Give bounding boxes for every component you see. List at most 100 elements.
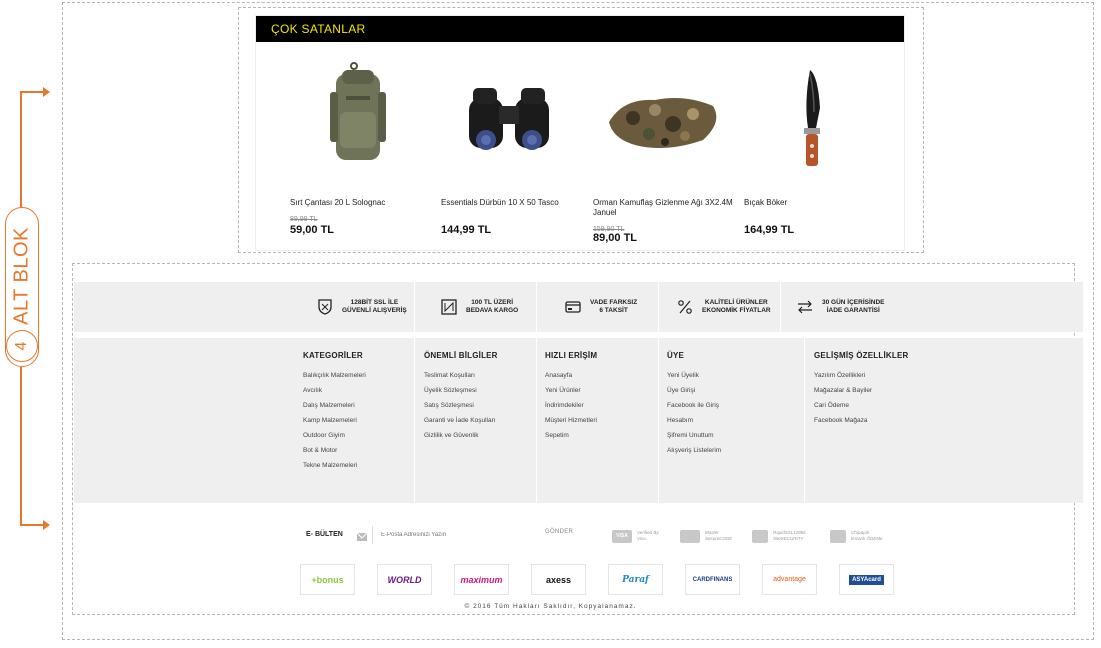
product-price: 59,00 TL bbox=[290, 224, 335, 236]
feature-ssl: 128BİT SSL İLE GÜVENLİ ALIŞVERİŞ bbox=[316, 282, 407, 332]
footer-link[interactable]: Avcılık bbox=[303, 387, 366, 402]
product-name[interactable]: Essentials Dürbün 10 X 50 Tasco bbox=[441, 198, 581, 208]
shield-icon bbox=[316, 298, 334, 316]
backpack-icon[interactable] bbox=[290, 52, 430, 180]
envelope-icon bbox=[356, 529, 368, 541]
footer-link[interactable]: Balıkçılık Malzemeleri bbox=[303, 372, 366, 387]
divider bbox=[780, 282, 781, 332]
divider bbox=[536, 282, 537, 332]
product-card[interactable]: Orman Kamuflaş Gizlenme Ağı 3X2.4M Janue… bbox=[593, 52, 733, 244]
divider bbox=[536, 338, 537, 503]
footer-link[interactable]: Facebook Mağaza bbox=[814, 417, 872, 432]
feature-line: GÜVENLİ ALIŞVERİŞ bbox=[342, 307, 407, 314]
best-sellers-title: ÇOK SATANLAR bbox=[256, 16, 904, 42]
footer-link[interactable]: Yazılım Özellikleri bbox=[814, 372, 872, 387]
feature-shipping: 100 TL ÜZERİ BEDAVA KARGO bbox=[440, 282, 518, 332]
footer-link[interactable]: Kamp Malzemeleri bbox=[303, 417, 366, 432]
security-badge-chip: Chip&pin lmzanlı ÖDEMe bbox=[830, 527, 883, 545]
divider bbox=[804, 338, 805, 503]
footer-link[interactable]: Anasayfa bbox=[545, 372, 597, 387]
footer-link[interactable]: Teslimat Koşulları bbox=[424, 372, 496, 387]
badge-line: SecureCODE bbox=[705, 536, 733, 541]
footer-link[interactable]: Alışveriş Listelerim bbox=[667, 447, 721, 462]
footer-link[interactable]: Sepetim bbox=[545, 432, 597, 447]
footer-link[interactable]: Üyelik Sözleşmesi bbox=[424, 387, 496, 402]
column-title: KATEGORİLER bbox=[303, 351, 363, 360]
footer-link[interactable]: Hesabım bbox=[667, 417, 721, 432]
footer-link[interactable]: Şifremi Unuttum bbox=[667, 432, 721, 447]
box-icon bbox=[440, 298, 458, 316]
feature-line: 128BİT SSL İLE bbox=[350, 299, 399, 306]
feature-line: BEDAVA KARGO bbox=[466, 307, 519, 314]
badge-line: SiteSECURITY bbox=[773, 536, 804, 541]
footer-link[interactable]: Bot & Motor bbox=[303, 447, 366, 462]
security-badge-mastercard: Master SecureCODE bbox=[680, 527, 732, 545]
feature-line: VADE FARKSIZ bbox=[590, 299, 638, 306]
annotation-line-top bbox=[20, 91, 22, 207]
footer-link[interactable]: Tekne Malzemeleri bbox=[303, 462, 366, 477]
footer-link[interactable]: İndirimdekiler bbox=[545, 402, 597, 417]
divider bbox=[658, 338, 659, 503]
bank-asyacard-label: ASYAcard bbox=[849, 574, 884, 585]
binoculars-icon[interactable] bbox=[441, 52, 581, 180]
copyright: © 2016 Tüm Hakları Saklıdır, Kopyalanama… bbox=[464, 603, 637, 610]
footer-link[interactable]: Satış Sözleşmesi bbox=[424, 402, 496, 417]
column-title: ÜYE bbox=[667, 351, 685, 360]
credit-card-icon bbox=[564, 298, 582, 316]
product-old-price: 89,99 TL bbox=[290, 216, 318, 223]
footer-links: KATEGORİLER Balıkçılık Malzemeleri Avcıl… bbox=[74, 338, 1083, 503]
lock-icon bbox=[752, 529, 768, 543]
footer-link[interactable]: Facebook ile Giriş bbox=[667, 402, 721, 417]
percent-icon bbox=[676, 298, 694, 316]
footer-link[interactable]: Yeni Ürünler bbox=[545, 387, 597, 402]
bank-asyacard: ASYAcard bbox=[839, 564, 894, 595]
footer-link[interactable]: Üye Girişi bbox=[667, 387, 721, 402]
footer-link[interactable]: Yeni Üyelik bbox=[667, 372, 721, 387]
column-title: HIZLI ERİŞİM bbox=[545, 351, 598, 360]
product-name[interactable]: Bıçak Böker bbox=[744, 198, 884, 208]
feature-line: İADE GARANTİSİ bbox=[826, 307, 880, 314]
bank-advantage: advantage bbox=[762, 564, 817, 595]
footer-link[interactable]: Gizlilik ve Güvenlik bbox=[424, 432, 496, 447]
feature-line: 100 TL ÜZERİ bbox=[471, 299, 514, 306]
annotation-line-bottom bbox=[20, 367, 22, 525]
footer-link[interactable]: Garanti ve İade Koşulları bbox=[424, 417, 496, 432]
bank-bonus: +bonus bbox=[300, 564, 355, 595]
product-card[interactable]: Sırt Çantası 20 L Solognac 89,99 TL 59,0… bbox=[290, 52, 430, 236]
knife-icon[interactable] bbox=[744, 52, 884, 180]
newsletter-label: E- BÜLTEN bbox=[306, 531, 343, 538]
bank-paraf: Paraf bbox=[608, 564, 663, 595]
product-price: 164,99 TL bbox=[744, 224, 795, 236]
feature-line: 6 TAKSİT bbox=[599, 307, 628, 314]
features-strip: 128BİT SSL İLE GÜVENLİ ALIŞVERİŞ 100 TL Ü… bbox=[74, 282, 1083, 332]
footer-link[interactable]: Cari Ödeme bbox=[814, 402, 872, 417]
annotation-label: ALT BLOK bbox=[10, 227, 33, 325]
annotation-tick-top bbox=[20, 91, 44, 93]
badge-line: Visa bbox=[637, 536, 646, 541]
annotation-tick-bottom bbox=[20, 524, 44, 526]
feature-line: KALİTELİ ÜRÜNLER bbox=[704, 299, 768, 306]
security-badge-visa: VISA Verified By Visa bbox=[612, 527, 659, 545]
footer-link[interactable]: Dalış Malzemeleri bbox=[303, 402, 366, 417]
footer-link[interactable]: Müşteri Hizmetleri bbox=[545, 417, 597, 432]
product-name[interactable]: Orman Kamuflaş Gizlenme Ağı 3X2.4M Janue… bbox=[593, 198, 733, 218]
product-card[interactable]: Bıçak Böker 164,99 TL bbox=[744, 52, 884, 236]
bank-axess: axess bbox=[531, 564, 586, 595]
badge-line: lmzanlı ÖDEMe bbox=[851, 536, 883, 541]
bank-cardfinans: CARDFINANS bbox=[685, 564, 740, 595]
camouflage-net-icon[interactable] bbox=[593, 52, 733, 180]
product-price: 144,99 TL bbox=[441, 224, 492, 236]
feature-installment: VADE FARKSIZ 6 TAKSİT bbox=[564, 282, 637, 332]
return-arrows-icon bbox=[796, 298, 814, 316]
footer-link[interactable]: Outdoor Giyim bbox=[303, 432, 366, 447]
divider bbox=[658, 282, 659, 332]
product-name[interactable]: Sırt Çantası 20 L Solognac bbox=[290, 198, 430, 208]
product-card[interactable]: Essentials Dürbün 10 X 50 Tasco 144,99 T… bbox=[441, 52, 581, 236]
security-badge-ssl: RapidSSL128bit SiteSECURITY bbox=[752, 527, 806, 545]
column-title: ÖNEMLİ BİLGİLER bbox=[424, 351, 498, 360]
best-sellers-block: ÇOK SATANLAR Sırt Çantası 20 L Solognac … bbox=[255, 15, 905, 251]
newsletter-submit-button[interactable]: GÖNDER bbox=[545, 529, 573, 535]
footer-link[interactable]: Mağazalar & Bayiler bbox=[814, 387, 872, 402]
mastercard-icon bbox=[680, 529, 700, 543]
annotation-number: 4 bbox=[6, 330, 38, 362]
